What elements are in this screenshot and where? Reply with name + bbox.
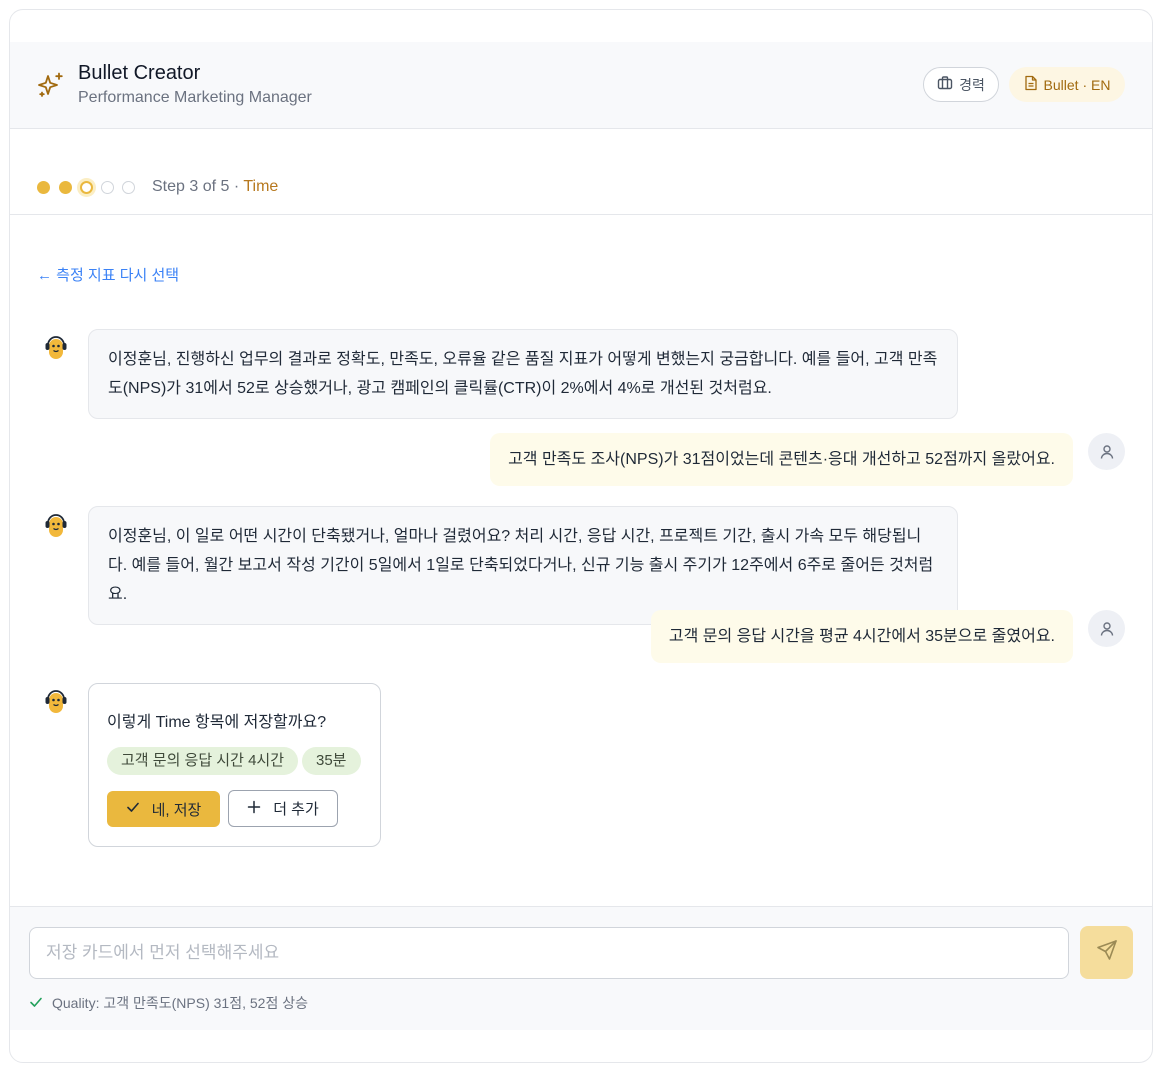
step-progress: Step 3 of 5 · Time xyxy=(10,129,1152,215)
user-icon xyxy=(1088,610,1125,647)
plus-icon xyxy=(247,800,261,818)
step-dot-1 xyxy=(37,181,50,194)
quality-note: Quality: 고객 만족도(NPS) 31점, 52점 상승 xyxy=(52,995,308,1011)
send-icon xyxy=(1096,939,1118,966)
step-dot-3 xyxy=(80,181,93,194)
career-button[interactable]: 경력 xyxy=(923,67,999,102)
step-label: Step 3 of 5 · Time xyxy=(152,178,279,195)
briefcase-icon xyxy=(937,75,953,94)
app-window: Bullet Creator Performance Marketing Man… xyxy=(9,9,1153,1063)
bullet-language-label: Bullet · EN xyxy=(1043,76,1111,93)
add-more-button[interactable]: 더 추가 xyxy=(228,790,338,827)
value-chip: 35분 xyxy=(302,747,361,775)
bot-message: 이정훈님, 이 일로 어떤 시간이 단축됐거나, 얼마나 걸렸어요? 처리 시간… xyxy=(88,506,958,625)
confirm-save-label: 네, 저장 xyxy=(151,801,202,819)
confirm-save-button[interactable]: 네, 저장 xyxy=(107,791,220,827)
user-message: 고객 문의 응답 시간을 평균 4시간에서 35분으로 줄였어요. xyxy=(650,610,1073,663)
bot-avatar-icon xyxy=(43,687,69,715)
bot-avatar-icon xyxy=(43,333,69,361)
check-icon xyxy=(126,800,140,818)
check-icon xyxy=(29,995,43,1012)
send-button[interactable] xyxy=(1080,926,1133,979)
app-subtitle: Performance Marketing Manager xyxy=(78,89,312,106)
sparkle-icon xyxy=(37,71,65,99)
step-name: Time xyxy=(243,178,279,195)
bot-avatar-icon xyxy=(43,511,69,539)
user-icon xyxy=(1088,433,1125,470)
career-label: 경력 xyxy=(959,76,985,93)
composer: Quality: 고객 만족도(NPS) 31점, 52점 상승 xyxy=(10,906,1152,1030)
header: Bullet Creator Performance Marketing Man… xyxy=(10,42,1152,129)
back-to-metrics-link[interactable]: ← 측정 지표 다시 선택 xyxy=(37,264,179,285)
step-dot-4 xyxy=(101,181,114,194)
document-icon xyxy=(1024,75,1038,94)
bot-message: 이정훈님, 진행하신 업무의 결과로 정확도, 만족도, 오류율 같은 품질 지… xyxy=(88,329,958,419)
step-dot-2 xyxy=(59,181,72,194)
confirm-question: 이렇게 Time 항목에 저장할까요? xyxy=(107,714,327,731)
user-message: 고객 만족도 조사(NPS)가 31점이었는데 콘텐츠·응대 개선하고 52점까… xyxy=(490,433,1073,486)
message-input[interactable] xyxy=(29,927,1069,979)
app-title: Bullet Creator xyxy=(78,62,201,84)
bullet-language-badge[interactable]: Bullet · EN xyxy=(1009,67,1125,102)
save-confirm-card: 이렇게 Time 항목에 저장할까요? 고객 문의 응답 시간 4시간 35분 … xyxy=(88,683,381,847)
value-chip: 고객 문의 응답 시간 4시간 xyxy=(107,747,299,775)
quality-status: Quality: 고객 만족도(NPS) 31점, 52점 상승 xyxy=(29,993,308,1013)
add-more-label: 더 추가 xyxy=(273,801,319,818)
step-dot-5 xyxy=(122,181,135,194)
